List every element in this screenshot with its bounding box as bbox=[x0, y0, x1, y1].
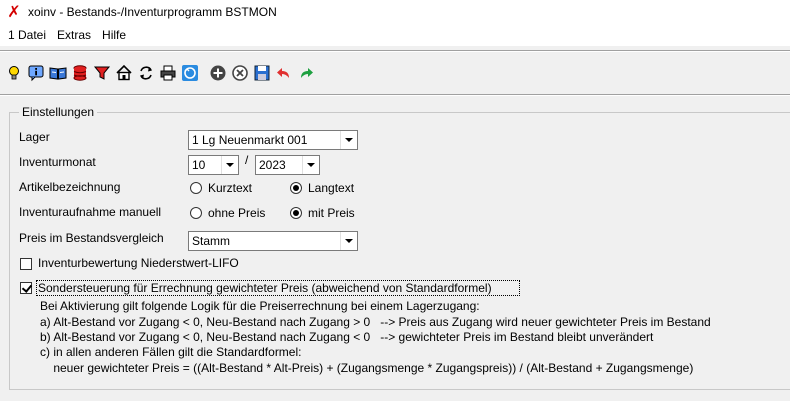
menu-hilfe[interactable]: Hilfe bbox=[98, 28, 130, 42]
book-icon[interactable] bbox=[47, 62, 68, 84]
ohne-preis-label[interactable]: ohne Preis bbox=[208, 206, 265, 220]
info-line-a: a) Alt-Bestand vor Zugang < 0, Neu-Besta… bbox=[40, 315, 711, 329]
date-separator: / bbox=[245, 153, 249, 167]
database-icon[interactable] bbox=[69, 62, 90, 84]
filter-icon[interactable] bbox=[91, 62, 112, 84]
chevron-down-icon[interactable] bbox=[221, 156, 238, 174]
print-icon[interactable] bbox=[157, 62, 178, 84]
info-line-b: b) Alt-Bestand vor Zugang < 0, Neu-Besta… bbox=[40, 330, 654, 344]
refresh-icon[interactable] bbox=[135, 62, 156, 84]
home-icon[interactable] bbox=[113, 62, 134, 84]
year-select[interactable]: 2023 bbox=[255, 155, 320, 175]
ohne-preis-radio[interactable] bbox=[190, 207, 202, 219]
toolbar-divider-bottom bbox=[0, 94, 790, 96]
menu-bar: 1 Datei Extras Hilfe bbox=[0, 24, 790, 46]
window-title: xoinv - Bestands-/Inventurprogramm BSTMO… bbox=[28, 5, 277, 19]
kurztext-label[interactable]: Kurztext bbox=[208, 181, 252, 195]
info-line-formula: neuer gewichteter Preis = ((Alt-Bestand … bbox=[40, 361, 694, 375]
toolbar-divider-top bbox=[0, 50, 790, 52]
title-bar: ✗ xoinv - Bestands-/Inventurprogramm BST… bbox=[0, 0, 790, 24]
preis-select[interactable]: Stamm bbox=[188, 231, 358, 251]
artikelbezeichnung-label: Artikelbezeichnung bbox=[19, 180, 121, 194]
chevron-down-icon[interactable] bbox=[340, 232, 357, 250]
settings-legend: Einstellungen bbox=[19, 105, 98, 119]
info-line-intro: Bei Aktivierung gilt folgende Logik für … bbox=[40, 299, 480, 313]
menu-extras[interactable]: Extras bbox=[53, 28, 95, 42]
cancel-icon[interactable] bbox=[229, 62, 250, 84]
lager-select[interactable]: 1 Lg Neuenmarkt 001 bbox=[188, 130, 358, 150]
preis-label: Preis im Bestandsvergleich bbox=[19, 231, 164, 245]
mit-preis-label[interactable]: mit Preis bbox=[308, 206, 355, 220]
mit-preis-radio[interactable] bbox=[290, 207, 302, 219]
chevron-down-icon[interactable] bbox=[340, 131, 357, 149]
chevron-down-icon[interactable] bbox=[302, 156, 319, 174]
inventuraufnahme-label: Inventuraufnahme manuell bbox=[19, 205, 162, 219]
redo-icon[interactable] bbox=[295, 62, 316, 84]
sondersteuerung-checkbox[interactable] bbox=[20, 282, 32, 294]
info-line-c: c) in allen anderen Fällen gilt die Stan… bbox=[40, 345, 302, 359]
exchange-icon[interactable] bbox=[179, 62, 200, 84]
undo-icon[interactable] bbox=[273, 62, 294, 84]
lager-value: 1 Lg Neuenmarkt 001 bbox=[192, 133, 308, 147]
app-x-icon: ✗ bbox=[7, 2, 21, 21]
lightbulb-icon[interactable] bbox=[3, 62, 24, 84]
lager-label: Lager bbox=[19, 130, 50, 144]
save-icon[interactable] bbox=[251, 62, 272, 84]
langtext-radio[interactable] bbox=[290, 182, 302, 194]
preis-value: Stamm bbox=[192, 234, 231, 248]
month-value: 10 bbox=[192, 158, 206, 172]
toolbar bbox=[0, 58, 790, 88]
kurztext-radio[interactable] bbox=[190, 182, 202, 194]
langtext-label[interactable]: Langtext bbox=[308, 181, 354, 195]
year-value: 2023 bbox=[259, 158, 286, 172]
sondersteuerung-label[interactable]: Sondersteuerung für Errechnung gewichtet… bbox=[38, 281, 492, 295]
info-icon[interactable] bbox=[25, 62, 46, 84]
menu-datei[interactable]: 1 Datei bbox=[4, 28, 50, 42]
add-icon[interactable] bbox=[207, 62, 228, 84]
month-select[interactable]: 10 bbox=[188, 155, 239, 175]
lifo-label[interactable]: Inventurbewertung Niederstwert-LIFO bbox=[38, 256, 239, 270]
inventurmonat-label: Inventurmonat bbox=[19, 155, 96, 169]
lifo-checkbox[interactable] bbox=[20, 258, 32, 270]
